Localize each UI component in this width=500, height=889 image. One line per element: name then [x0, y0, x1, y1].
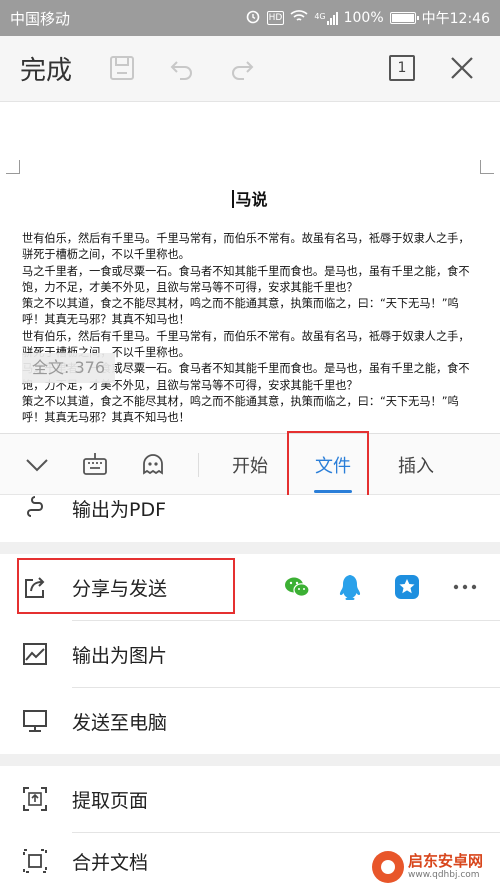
site-watermark: 启东安卓网 www.qdhbj.com [372, 850, 483, 884]
alarm-icon [245, 8, 261, 28]
doc-line: 马之千里者，一食或尽粟一石。食马者不知其能千里而食也。是马也，虽有千里之能，食不 [22, 264, 470, 278]
battery-percent: 100% [343, 10, 384, 26]
document-title-text: 马说 [235, 190, 268, 209]
qq-icon[interactable] [336, 572, 366, 602]
save-icon[interactable] [106, 52, 138, 84]
highlight-box-share [17, 558, 235, 614]
signal-icon: 4G [314, 11, 338, 25]
merge-doc-label: 合并文档 [72, 851, 149, 874]
done-button[interactable]: 完成 [20, 50, 100, 87]
export-pdf-label: 输出为PDF [72, 498, 167, 521]
redo-icon[interactable] [226, 52, 258, 84]
export-image-label: 输出为图片 [72, 644, 168, 667]
status-bar: 中国移动 HD 4G 100% 中午12:46 [0, 0, 500, 36]
extract-page-label: 提取页面 [72, 789, 149, 812]
page-count-button[interactable]: 1 [386, 52, 418, 84]
wifi-icon [290, 9, 308, 27]
doc-line: 骈死于槽枥之间，不以千里称也。 [22, 248, 190, 262]
page-count: 1 [389, 55, 415, 81]
battery-icon [389, 12, 419, 24]
monitor-icon [20, 706, 50, 736]
word-count-badge: 全文: 376 [22, 353, 116, 383]
watermark-logo-icon [372, 851, 404, 883]
more-options-icon[interactable] [450, 572, 480, 602]
clock: 中午12:46 [421, 11, 490, 27]
star-app-icon[interactable] [392, 572, 422, 602]
send-pc-item[interactable]: 发送至电脑 [0, 688, 500, 754]
extract-page-item[interactable]: 提取页面 [0, 766, 500, 832]
undo-icon[interactable] [166, 52, 198, 84]
status-icons: HD 4G 100% 中午12:46 [245, 8, 490, 28]
doc-line: 呼！其真无马邪？其真不知马也！ [22, 313, 190, 327]
wechat-icon[interactable] [282, 572, 312, 602]
watermark-name: 启东安卓网 [408, 852, 484, 870]
close-icon[interactable] [446, 52, 478, 84]
doc-line: 策之不以其道，食之不能尽其材，鸣之而不能通其意，执策而临之，曰：“天下无马！”呜 [22, 297, 459, 311]
pdf-icon [20, 493, 50, 523]
hd-icon: HD [266, 11, 285, 25]
document-title: 马说 [0, 186, 500, 210]
extract-page-icon [20, 784, 50, 814]
document-body: 世有伯乐，然后有千里马。千里马常有，而伯乐不常有。故虽有名马，祗辱于奴隶人之手，… [22, 231, 482, 427]
export-image-item[interactable]: 输出为图片 [0, 621, 500, 687]
doc-line: 策之不以其道，食之不能尽其材，鸣之而不能通其意，执策而临之，曰：“天下无马！”呜 [22, 394, 459, 408]
carrier-label: 中国移动 [10, 9, 71, 28]
doc-line: 世有伯乐，然后有千里马。千里马常有，而伯乐不常有。故虽有名马，祗辱于奴隶人之手， [22, 232, 470, 245]
keyboard-icon[interactable] [78, 448, 112, 482]
margin-corner-tl [6, 160, 20, 174]
send-pc-label: 发送至电脑 [72, 711, 168, 734]
section-gap [0, 754, 500, 766]
top-toolbar: 完成 1 [0, 36, 500, 102]
tab-start[interactable]: 开始 [232, 452, 268, 478]
collapse-chevron-icon[interactable] [20, 448, 54, 482]
watermark-url: www.qdhbj.com [408, 870, 480, 880]
section-gap [0, 542, 500, 554]
merge-doc-icon [20, 846, 50, 876]
doc-line: 呼！其真无马邪？其真不知马也！ [22, 411, 190, 425]
voice-assistant-icon[interactable] [136, 448, 170, 482]
image-chart-icon [20, 639, 50, 669]
doc-line: 饱，力不足，才美不外见，且欲与常马等不可得，安求其能千里也？ [22, 280, 358, 294]
doc-line: 世有伯乐，然后有千里马。千里马常有，而伯乐不常有。故虽有名马，祗辱于奴隶人之手， [22, 329, 470, 343]
export-pdf-item[interactable]: 输出为PDF [0, 480, 500, 536]
document-canvas[interactable]: 马说 世有伯乐，然后有千里马。千里马常有，而伯乐不常有。故虽有名马，祗辱于奴隶人… [0, 103, 500, 433]
network-type: 4G [314, 11, 326, 21]
margin-corner-tr [480, 160, 494, 174]
tab-separator [198, 453, 199, 477]
tab-insert[interactable]: 插入 [398, 452, 434, 478]
